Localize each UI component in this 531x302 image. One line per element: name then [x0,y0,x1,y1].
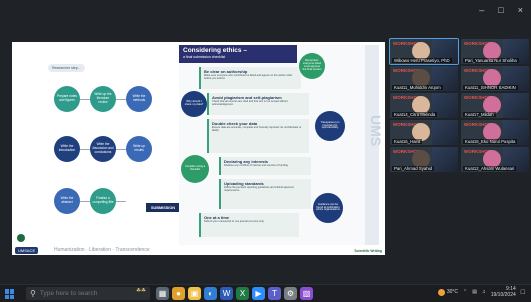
volume-icon[interactable]: ♫ [482,289,486,295]
writing-flow-diagram: Researcher step... Prepare notes and fig… [26,64,180,244]
minimize-button[interactable]: – [479,5,484,15]
meeting-window: – □ × Researcher step... Prepare notes a… [0,0,531,284]
card-body: Follow the journal's reporting guideline… [224,186,294,192]
presenter-logo-icon [17,234,25,242]
flow-node: Prepare notes and figures [54,86,80,112]
brand-mark: Scientific Writing [354,249,382,253]
decorative-strip [365,45,379,253]
submission-label: SUBMISSION [146,203,180,212]
clock-date: 19/10/2024 [490,292,516,298]
checklist-card: Double check your data Ensure data are a… [207,119,309,153]
slide-tagline: Humanization · Liberation · Transcendenc… [54,247,150,253]
weather-widget[interactable]: 30°C [437,288,459,296]
windows-logo-icon [5,294,9,299]
taskbar-search[interactable]: ⚲ ☘☘ [26,287,150,300]
search-input[interactable] [39,290,120,297]
participant-gallery: WORKSHOP Wibowo Heru Prasetiyo, PhD WORKSH… [389,38,530,283]
tip-bubble: Transparency is important for reproducib… [315,111,345,141]
shared-screen-slide: Researcher step... Prepare notes and fig… [12,42,385,255]
flow-node: Write the discussion and conclusions [90,136,116,162]
card-body: Make sure everyone who contributed is li… [204,74,293,80]
card-body: Check that all sources are cited and tha… [212,100,288,106]
card-body: Submit your manuscript to one journal at… [204,220,265,223]
card-body: Disclose any conflicts of interest and s… [224,164,289,167]
flow-node: Write up the literature review [90,86,116,112]
weather-temp: 30°C [446,289,459,295]
flow-node: Write the abstract [54,188,80,214]
windows-taskbar: ⚲ ☘☘ ▦●▣◐WX▶T⚙▧ 30°C ⌃ ▤ ♫ 9:14 19/10/20… [0,284,531,302]
teams-icon[interactable]: T [268,287,281,300]
participant-tile[interactable]: WORKSHOP Kuat11_Muhiddin Arqom [390,66,458,91]
zoom-icon[interactable]: ▶ [252,287,265,300]
flow-node: Write the methods [126,86,152,112]
participant-name: Kuat11_Muhiddin Arqom [392,85,443,90]
flow-node: Write up results [126,136,152,162]
start-button[interactable] [5,289,15,299]
edge-icon[interactable]: ◐ [204,287,217,300]
participant-name: Kuat11_SIHNOR SADIKIN [463,85,518,90]
checklist-card: Declaring any interests Disclose any con… [219,157,311,175]
excel-icon[interactable]: X [236,287,249,300]
ethics-title-banner: Considering ethics – a final submission … [179,45,297,63]
umsace-badge: UMSACE [15,247,39,254]
ethics-subtitle: a final submission checklist [183,55,226,59]
photos-icon[interactable]: ▧ [300,287,313,300]
maximize-button[interactable]: □ [498,5,503,15]
ums-watermark: UMS [368,115,384,147]
participant-name: Pari_Ahmad Syahid [392,166,434,171]
participant-tile[interactable]: WORKSHOP Kuat11_SIHNOR SADIKIN [461,66,529,91]
ethics-checklist-panel: Considering ethics – a final submission … [179,45,384,253]
notification-icon[interactable]: □ [521,289,525,296]
checklist-card: Uploading standards Follow the journal's… [219,179,311,209]
tip-bubble: Guidance can be found at publication eth… [313,193,343,223]
flow-node: Write the introduction [54,136,80,162]
task-view-icon[interactable]: ▦ [156,287,169,300]
windows-logo-icon [10,294,14,299]
windows-logo-icon [10,289,14,294]
participant-tile[interactable]: WORKSHOP Kuat12_Ahsani Wulansari [461,147,529,172]
participant-name: Wibowo Heru Prasetiyo, PhD [392,58,452,63]
participant-tile[interactable]: WORKSHOP Pari_Yanuarita Nur Sholiha [461,39,529,64]
participant-tile[interactable]: WORKSHOP Kuat17_Mildah [461,93,529,118]
checklist-card: Be clear on authorship Make sure everyon… [199,67,301,89]
participant-name: Kuat16_Eko Nurul Puspita [463,139,518,144]
windows-logo-icon [5,289,9,294]
participant-tile[interactable]: WORKSHOP Pari_Ahmad Syahid [390,147,458,172]
participant-tile[interactable]: WORKSHOP Kuat16_Haira [390,120,458,145]
flow-header-pill: Researcher step... [48,64,85,72]
chevron-up-icon[interactable]: ⌃ [463,289,467,295]
tip-bubble: Why should I share my data? [181,91,207,117]
search-highlight-icon: ☘☘ [136,288,146,294]
explorer-icon[interactable]: ▣ [188,287,201,300]
clock[interactable]: 9:14 19/10/2024 [491,286,516,298]
participant-name: Pari_Yanuarita Nur Sholiha [463,58,519,63]
search-icon: ⚲ [30,289,36,298]
system-tray: 30°C ⌃ ▤ ♫ 9:14 19/10/2024 □ [437,286,525,298]
participant-tile[interactable]: WORKSHOP Kuat14_Citra Melinda [390,93,458,118]
tip-bubble: Consider using a checklist [181,155,209,183]
settings-icon[interactable]: ⚙ [284,287,297,300]
word-icon[interactable]: W [220,287,233,300]
chrome-icon[interactable]: ● [172,287,185,300]
close-button[interactable]: × [518,5,523,15]
participant-tile[interactable]: WORKSHOP Wibowo Heru Prasetiyo, PhD [389,38,459,65]
participant-tile[interactable]: WORKSHOP Kuat16_Eko Nurul Puspita [461,120,529,145]
checklist-card: Avoid plagiarism and self-plagiarism Che… [207,93,309,115]
virtual-background [432,120,458,145]
card-body: Ensure data are accurate, complete and h… [212,126,302,132]
participant-name: Kuat16_Haira [392,139,423,144]
flow-node: Finalise a compelling title [90,188,116,214]
taskbar-pinned-apps: ▦ ● ▣ ◐ W X ▶ T ⚙ ▧ [156,287,313,300]
virtual-background [503,93,529,118]
participant-name: Kuat17_Mildah [463,112,496,117]
virtual-background [432,147,458,172]
tip-bubble: Remember: everyone listed must approve t… [299,53,325,79]
window-controls: – □ × [479,5,523,15]
network-icon[interactable]: ▤ [472,289,477,295]
ethics-title: Considering ethics – [183,47,247,54]
participant-name: Kuat12_Ahsani Wulansari [463,166,517,171]
sun-icon [437,288,445,296]
participant-name: Kuat14_Citra Melinda [392,112,438,117]
checklist-card: One at a time Submit your manuscript to … [199,213,299,237]
